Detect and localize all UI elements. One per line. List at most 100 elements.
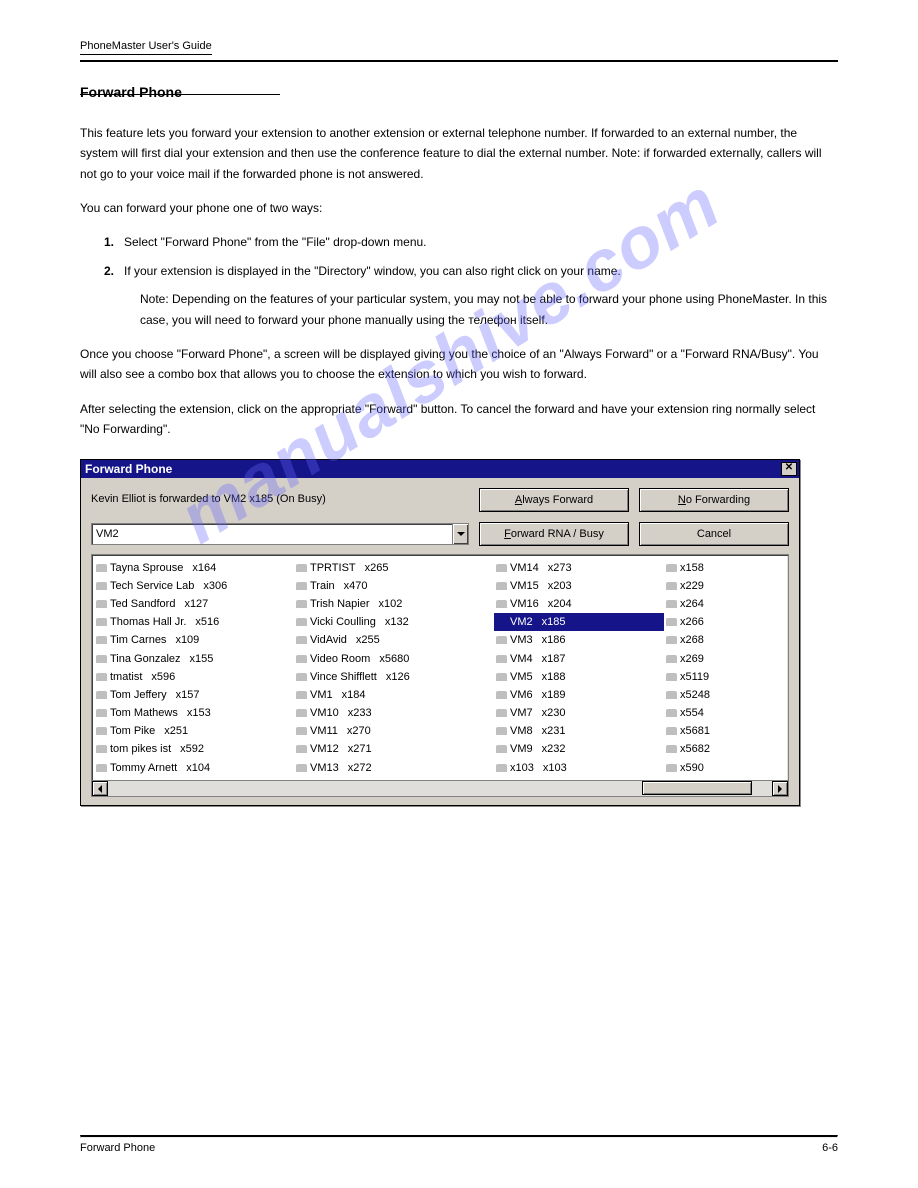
phone-icon xyxy=(96,673,107,681)
list-item[interactable]: Vicki Coullingx132 xyxy=(294,613,494,631)
list-item[interactable]: Tommy Arnettx104 xyxy=(94,759,294,777)
list-item-name: Train xyxy=(310,580,335,592)
list-item[interactable]: VM1x184 xyxy=(294,686,494,704)
list-item-name: Tina Gonzalez xyxy=(110,653,181,665)
list-item-ext: x153 xyxy=(187,707,211,719)
list-item-ext: x306 xyxy=(203,580,227,592)
footer-right: 6-6 xyxy=(822,1142,838,1154)
cancel-button[interactable]: Cancel xyxy=(639,522,789,546)
list-item[interactable]: Thomas Hall Jr.x516 xyxy=(94,613,294,631)
phone-icon xyxy=(666,745,677,753)
footer-left: Forward Phone xyxy=(80,1142,155,1154)
phone-icon xyxy=(96,636,107,644)
list-item[interactable]: x5248 xyxy=(664,686,769,704)
phone-icon xyxy=(96,618,107,626)
extension-input[interactable] xyxy=(92,524,452,544)
list-item[interactable]: x554 xyxy=(664,704,769,722)
scroll-track[interactable] xyxy=(108,781,772,796)
list-item[interactable]: tmatistx596 xyxy=(94,668,294,686)
list-item[interactable]: x268 xyxy=(664,631,769,649)
list-item[interactable]: VM6x189 xyxy=(494,686,664,704)
list-item[interactable]: VidAvid x255 xyxy=(294,631,494,649)
list-item[interactable]: VM15x203 xyxy=(494,577,664,595)
list-item-name: VidAvid xyxy=(310,634,347,646)
list-item-name: VM12 xyxy=(310,743,339,755)
list-item[interactable]: Tim Carnesx109 xyxy=(94,631,294,649)
list-item[interactable]: Tayna Sprousex164 xyxy=(94,558,294,576)
forward-phone-dialog: Forward Phone ✕ Kevin Elliot is forwarde… xyxy=(80,459,800,806)
list-item[interactable]: x5119 xyxy=(664,668,769,686)
list-item[interactable]: x266 xyxy=(664,613,769,631)
list-item[interactable]: Tech Service Labx306 xyxy=(94,577,294,595)
list-item[interactable]: Tom Mathewsx153 xyxy=(94,704,294,722)
list-item[interactable]: tom pikes istx592 xyxy=(94,740,294,758)
scroll-left-button[interactable] xyxy=(92,781,108,796)
horizontal-scrollbar[interactable] xyxy=(92,780,788,796)
phone-icon xyxy=(296,582,307,590)
list-item-ext: x189 xyxy=(542,689,566,701)
phone-icon xyxy=(296,618,307,626)
list-item[interactable]: VM3x186 xyxy=(494,631,664,649)
list-item-name: VM15 xyxy=(510,580,539,592)
list-item-name: VM8 xyxy=(510,725,533,737)
list-item[interactable]: x158 xyxy=(664,558,769,576)
list-column: TPRTISTx265Trainx470Trish Napierx102Vick… xyxy=(294,558,494,778)
list-item[interactable]: Tom Pikex251 xyxy=(94,722,294,740)
list-item[interactable]: VM13x272 xyxy=(294,759,494,777)
close-button[interactable]: ✕ xyxy=(781,462,797,476)
list-item[interactable]: x103x103 xyxy=(494,759,664,777)
list-item[interactable]: VM2x185 xyxy=(494,613,664,631)
phone-icon xyxy=(96,764,107,772)
list-item[interactable]: Tom Jefferyx157 xyxy=(94,686,294,704)
list-item-name: Tom Jeffery xyxy=(110,689,167,701)
list-item[interactable]: Ted Sandfordx127 xyxy=(94,595,294,613)
list-item[interactable]: x269 xyxy=(664,649,769,667)
phone-icon xyxy=(296,691,307,699)
list-item[interactable]: Tina Gonzalezx155 xyxy=(94,649,294,667)
always-forward-button[interactable]: Always Forward xyxy=(479,488,629,512)
list-item[interactable]: VM9x232 xyxy=(494,740,664,758)
list-item-ext: x127 xyxy=(184,598,208,610)
extension-combobox[interactable] xyxy=(91,523,469,545)
list-item-ext: x132 xyxy=(385,616,409,628)
list-item[interactable]: x5681 xyxy=(664,722,769,740)
list-item[interactable]: VM11x270 xyxy=(294,722,494,740)
list-item-ext: x188 xyxy=(542,671,566,683)
list-item[interactable]: Trish Napierx102 xyxy=(294,595,494,613)
no-forwarding-button[interactable]: No Forwarding xyxy=(639,488,789,512)
list-item[interactable]: x264 xyxy=(664,595,769,613)
chevron-down-icon xyxy=(457,532,465,536)
list-item[interactable]: VM7x230 xyxy=(494,704,664,722)
list-item-ext: x255 xyxy=(356,634,380,646)
list-item[interactable]: x229 xyxy=(664,577,769,595)
list-item[interactable]: VM8 x231 xyxy=(494,722,664,740)
list-item-ext: x185 xyxy=(542,616,566,628)
list-item[interactable]: VM10x233 xyxy=(294,704,494,722)
dialog-titlebar[interactable]: Forward Phone ✕ xyxy=(81,460,799,478)
list-item-ext: x102 xyxy=(379,598,403,610)
extension-list[interactable]: Tayna Sprousex164Tech Service Labx306Ted… xyxy=(91,554,789,797)
list-item[interactable]: VM5x188 xyxy=(494,668,664,686)
list-item-ext: x231 xyxy=(542,725,566,737)
list-item[interactable]: Video Roomx5680 xyxy=(294,649,494,667)
list-item[interactable]: x5682 xyxy=(664,740,769,758)
list-item[interactable]: TPRTISTx265 xyxy=(294,558,494,576)
list-item[interactable]: VM16x204 xyxy=(494,595,664,613)
list-item-name: TPRTIST xyxy=(310,562,356,574)
combobox-dropdown-button[interactable] xyxy=(452,524,468,544)
list-item[interactable]: x590 xyxy=(664,759,769,777)
list-item-name: VM1 xyxy=(310,689,333,701)
list-item-name: x5681 xyxy=(680,725,710,737)
scroll-right-button[interactable] xyxy=(772,781,788,796)
forward-rna-busy-button[interactable]: Forward RNA / Busy xyxy=(479,522,629,546)
list-item-ext: x273 xyxy=(548,562,572,574)
scroll-thumb[interactable] xyxy=(642,781,752,795)
list-item-name: x103 xyxy=(510,762,534,774)
phone-icon xyxy=(496,655,507,663)
list-item[interactable]: Vince Shifflettx126 xyxy=(294,668,494,686)
list-item-ext: x109 xyxy=(175,634,199,646)
list-item[interactable]: Trainx470 xyxy=(294,577,494,595)
list-item[interactable]: VM12x271 xyxy=(294,740,494,758)
list-item[interactable]: VM4x187 xyxy=(494,649,664,667)
list-item[interactable]: VM14x273 xyxy=(494,558,664,576)
